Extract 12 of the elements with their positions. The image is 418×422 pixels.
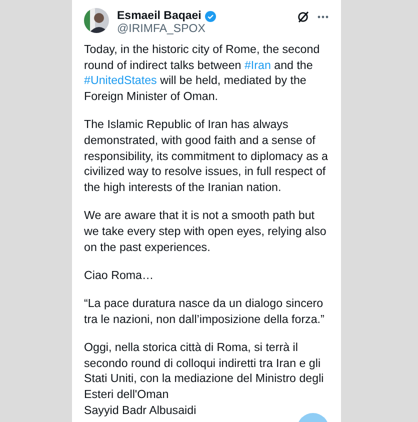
author-name[interactable]: Esmaeil Baqaei	[117, 10, 202, 23]
more-icon[interactable]	[317, 15, 329, 19]
tweet-text: Ciao Roma…	[84, 268, 154, 284]
tweet-text: “La pace duratura nasce da un dialogo sincero tra le nazioni, non dall’imposizione della forza.”	[84, 296, 326, 328]
avatar[interactable]	[84, 8, 109, 33]
tweet-text: The Islamic Republic of Iran has always demonstrated, with good faith and a sense of responsibility, its commitment to diplomacy as a civilized way to resolve issues, in full respect of the high interests of the Iranian nation.	[84, 117, 329, 196]
tweet-text: We are aware that it is not a smooth path but we take every step with open eyes, relying also on the past experiences.	[84, 208, 328, 256]
tweet-text: Sayyid Badr Albusaidi	[84, 402, 196, 419]
tweet-text: Today, in the historic city of Rome, the second round of indirect talks between #Iran and the #UnitedStates will be held, mediated by the Foreign Minister of Oman.	[84, 42, 321, 105]
author-handle[interactable]: @IRIMFA_SPOX	[117, 23, 289, 36]
tweet-text: Oggi, nella storica città di Roma, si terrà il secondo round di colloqui indiretti tra Iran e gli Stati Uniti, con la mediazione del Ministro degli Esteri dell'Oman	[84, 340, 325, 403]
slashed-circle-icon[interactable]	[297, 11, 309, 23]
